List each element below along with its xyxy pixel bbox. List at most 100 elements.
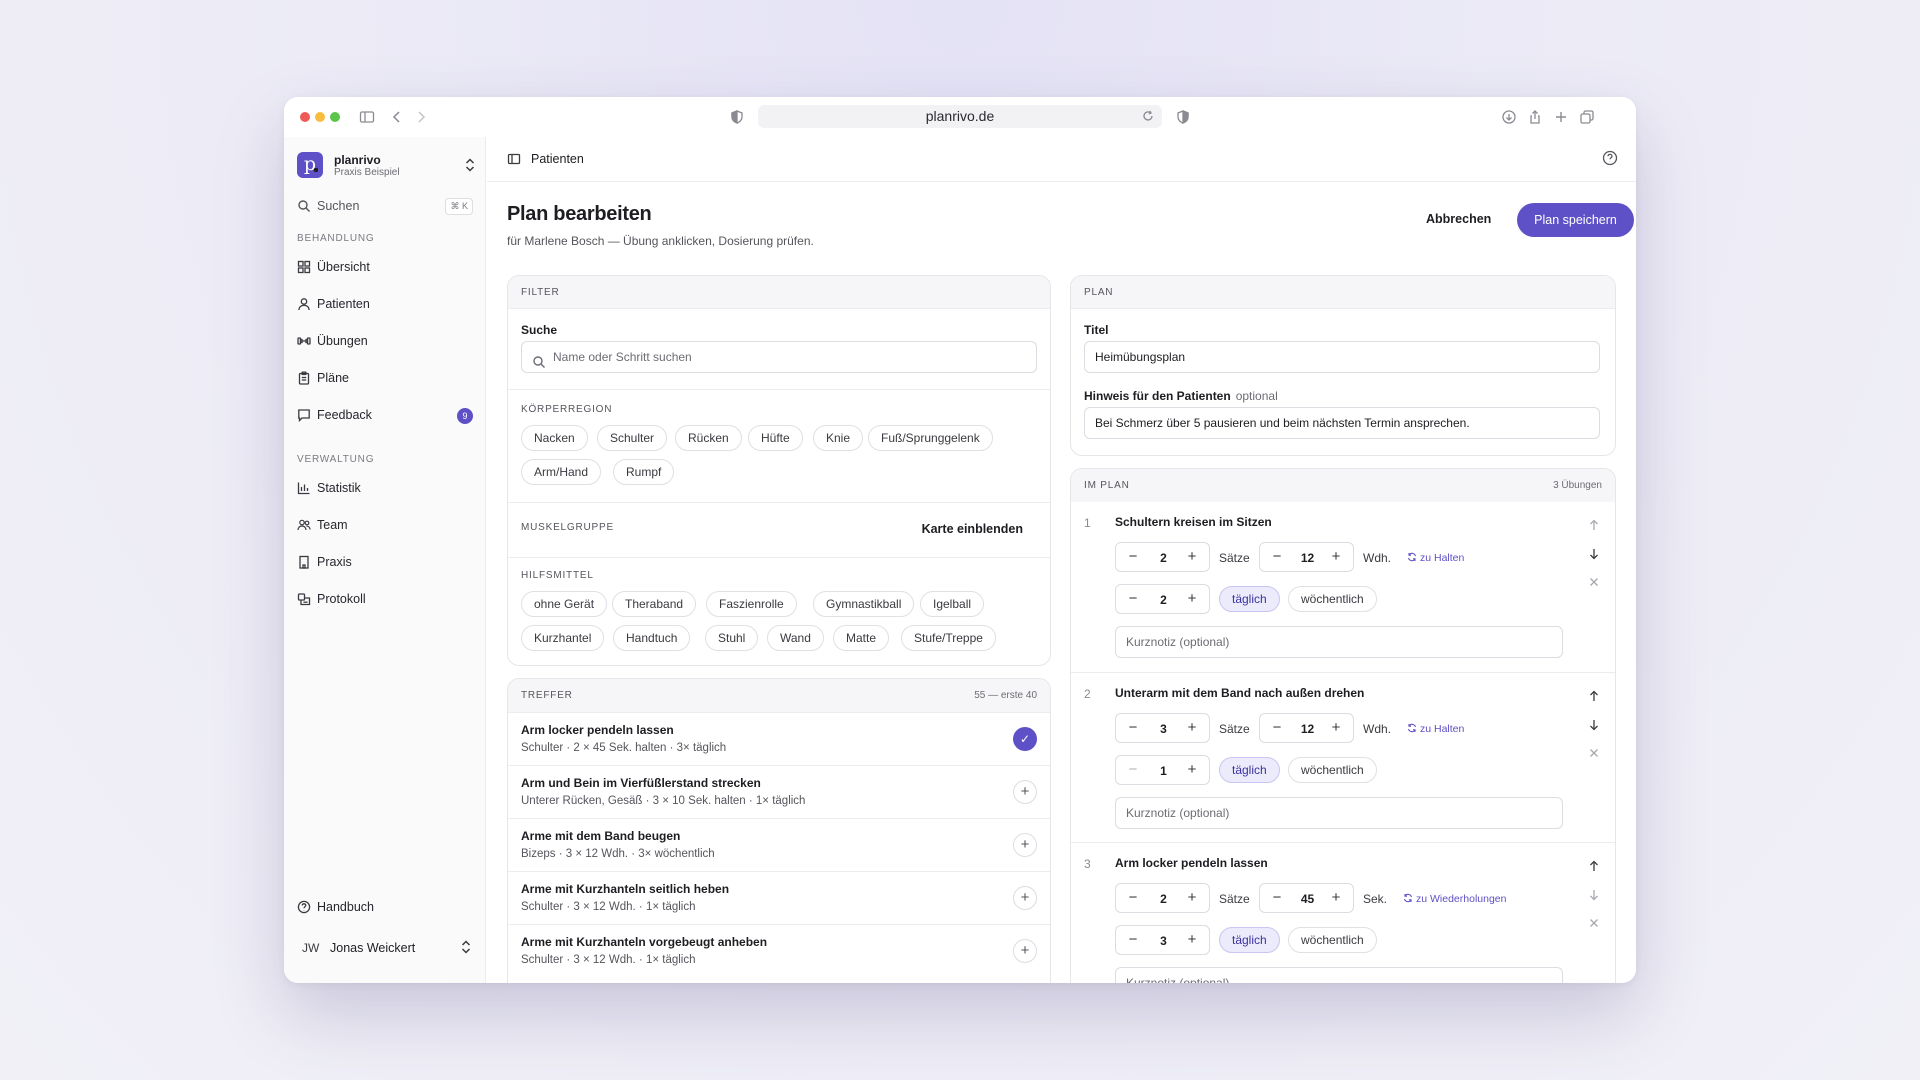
arrow-down-icon[interactable] xyxy=(1587,547,1601,561)
panel-toggle-icon[interactable] xyxy=(507,152,521,166)
result-row[interactable]: Arm locker pendeln lassen Schulter · 2 ×… xyxy=(508,712,1050,765)
cancel-button[interactable]: Abbrechen xyxy=(1426,212,1491,226)
arrow-up-icon[interactable] xyxy=(1587,859,1601,873)
plus-icon[interactable]: + xyxy=(1184,591,1200,607)
toggle-repetitions-link[interactable]: zu Wiederholungen xyxy=(1403,893,1506,905)
chip-region-fuss[interactable]: Fuß/Sprunggelenk xyxy=(868,425,993,451)
add-icon[interactable]: + xyxy=(1013,886,1037,910)
plus-icon[interactable]: + xyxy=(1328,549,1344,565)
plus-icon[interactable]: + xyxy=(1184,890,1200,906)
save-plan-button[interactable]: Plan speichern xyxy=(1517,203,1634,237)
chip-aid-stuhl[interactable]: Stuhl xyxy=(705,625,759,651)
patient-hint-input[interactable]: Bei Schmerz über 5 pausieren und beim nä… xyxy=(1084,407,1600,439)
minus-icon[interactable]: − xyxy=(1125,890,1141,906)
amount-stepper[interactable]: − 12 + xyxy=(1259,713,1354,743)
sets-stepper[interactable]: − 3 + xyxy=(1115,713,1210,743)
close-window-button[interactable] xyxy=(300,112,310,122)
sidebar-item-statistik[interactable]: Statistik xyxy=(297,476,473,500)
frequency-weekly-chip[interactable]: wöchentlich xyxy=(1288,927,1377,953)
chip-aid-gymnastikball[interactable]: Gymnastikball xyxy=(813,591,915,617)
short-note-input[interactable]: Kurznotiz (optional) xyxy=(1115,967,1563,983)
chip-region-knie[interactable]: Knie xyxy=(813,425,864,451)
arrow-up-icon[interactable] xyxy=(1587,689,1601,703)
frequency-weekly-chip[interactable]: wöchentlich xyxy=(1288,586,1377,612)
exercise-search-input[interactable]: Name oder Schritt suchen xyxy=(521,341,1037,373)
result-row[interactable]: Arme mit Kurzhanteln seitlich heben Schu… xyxy=(508,871,1050,924)
sidebar-search[interactable]: Suchen ⌘ K xyxy=(297,195,473,219)
toggle-hold-link[interactable]: zu Halten xyxy=(1407,723,1464,735)
chip-region-ruecken[interactable]: Rücken xyxy=(675,425,742,451)
plus-icon[interactable]: + xyxy=(1184,549,1200,565)
plus-icon[interactable]: + xyxy=(1184,932,1200,948)
minus-icon[interactable]: − xyxy=(1269,890,1285,906)
plus-icon[interactable]: + xyxy=(1184,720,1200,736)
chip-aid-theraband[interactable]: Theraband xyxy=(612,591,697,617)
privacy-shield-icon[interactable] xyxy=(728,108,746,126)
result-row[interactable]: Arm und Bein im Vierfüßlerstand strecken… xyxy=(508,765,1050,818)
sidebar-item-protokoll[interactable]: Protokoll xyxy=(297,587,473,611)
add-icon[interactable]: + xyxy=(1013,939,1037,963)
sidebar-item-praxis[interactable]: Praxis xyxy=(297,550,473,574)
plus-icon[interactable]: + xyxy=(1184,762,1200,778)
remove-icon[interactable] xyxy=(1587,575,1601,589)
frequency-stepper[interactable]: − 2 + xyxy=(1115,584,1210,614)
minus-icon[interactable]: − xyxy=(1125,720,1141,736)
address-bar[interactable]: planrivo.de xyxy=(758,105,1162,128)
sets-stepper[interactable]: − 2 + xyxy=(1115,542,1210,572)
amount-stepper[interactable]: − 12 + xyxy=(1259,542,1354,572)
download-icon[interactable] xyxy=(1500,108,1518,126)
add-icon[interactable]: + xyxy=(1013,780,1037,804)
arrow-down-icon[interactable] xyxy=(1587,888,1601,902)
minimize-window-button[interactable] xyxy=(315,112,325,122)
sidebar-item-handbuch[interactable]: Handbuch xyxy=(297,895,473,919)
chip-region-arm-hand[interactable]: Arm/Hand xyxy=(521,459,602,485)
arrow-down-icon[interactable] xyxy=(1587,718,1601,732)
show-muscle-map-button[interactable]: Karte einblenden xyxy=(922,522,1023,536)
chip-region-huefte[interactable]: Hüfte xyxy=(748,425,803,451)
minus-icon[interactable]: − xyxy=(1125,591,1141,607)
sidebar-item-plaene[interactable]: Pläne xyxy=(297,366,473,390)
chip-aid-stufe-treppe[interactable]: Stufe/Treppe xyxy=(901,625,996,651)
sidebar-item-team[interactable]: Team xyxy=(297,513,473,537)
sidebar-item-uebungen[interactable]: Übungen xyxy=(297,329,473,353)
remove-icon[interactable] xyxy=(1587,746,1601,760)
chip-region-schulter[interactable]: Schulter xyxy=(597,425,668,451)
frequency-daily-chip[interactable]: täglich xyxy=(1219,586,1280,612)
frequency-daily-chip[interactable]: täglich xyxy=(1219,927,1280,953)
result-row[interactable]: Arme mit dem Band beugen Bizeps · 3 × 12… xyxy=(508,818,1050,871)
chip-aid-matte[interactable]: Matte xyxy=(833,625,890,651)
add-icon[interactable]: + xyxy=(1013,833,1037,857)
short-note-input[interactable]: Kurznotiz (optional) xyxy=(1115,797,1563,829)
minus-icon[interactable]: − xyxy=(1125,762,1141,778)
chip-aid-kurzhantel[interactable]: Kurzhantel xyxy=(521,625,605,651)
chip-aid-ohne-geraet[interactable]: ohne Gerät xyxy=(521,591,608,617)
extension-shield-icon[interactable] xyxy=(1174,108,1192,126)
minus-icon[interactable]: − xyxy=(1269,549,1285,565)
sidebar-item-feedback[interactable]: Feedback 9 xyxy=(297,403,473,427)
reload-icon[interactable] xyxy=(1140,108,1156,124)
check-icon[interactable]: ✓ xyxy=(1013,727,1037,751)
breadcrumb[interactable]: Patienten xyxy=(531,152,584,166)
sidebar-item-uebersicht[interactable]: Übersicht xyxy=(297,255,473,279)
amount-stepper[interactable]: − 45 + xyxy=(1259,883,1354,913)
arrow-up-icon[interactable] xyxy=(1587,518,1601,532)
remove-icon[interactable] xyxy=(1587,916,1601,930)
new-tab-icon[interactable] xyxy=(1552,108,1570,126)
plus-icon[interactable]: + xyxy=(1328,720,1344,736)
toggle-hold-link[interactable]: zu Halten xyxy=(1407,552,1464,564)
tab-overview-icon[interactable] xyxy=(1578,108,1596,126)
plus-icon[interactable]: + xyxy=(1328,890,1344,906)
chip-aid-handtuch[interactable]: Handtuch xyxy=(613,625,691,651)
zoom-window-button[interactable] xyxy=(330,112,340,122)
sidebar-item-patienten[interactable]: Patienten xyxy=(297,292,473,316)
result-row[interactable]: Arme mit Kurzhanteln vorgebeugt anheben … xyxy=(508,924,1050,977)
minus-icon[interactable]: − xyxy=(1125,549,1141,565)
sidebar-toggle-icon[interactable] xyxy=(358,108,376,126)
chip-region-nacken[interactable]: Nacken xyxy=(521,425,588,451)
sets-stepper[interactable]: − 2 + xyxy=(1115,883,1210,913)
share-icon[interactable] xyxy=(1526,108,1544,126)
minus-icon[interactable]: − xyxy=(1269,720,1285,736)
frequency-stepper[interactable]: − 1 + xyxy=(1115,755,1210,785)
frequency-weekly-chip[interactable]: wöchentlich xyxy=(1288,757,1377,783)
practice-switcher[interactable]: p planrivo Praxis Beispiel xyxy=(297,150,477,180)
